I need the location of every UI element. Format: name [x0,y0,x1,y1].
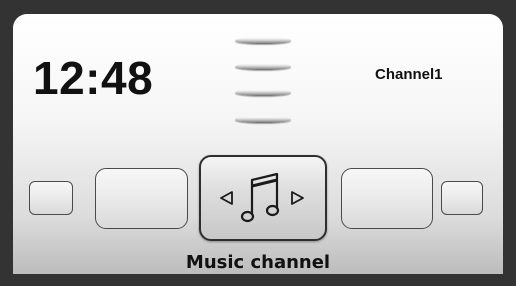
menu-handle-bar [235,63,291,70]
menu-handle-bar [235,116,291,123]
chevron-right-icon[interactable] [291,191,304,205]
carousel-card-left[interactable] [95,168,188,229]
menu-handle-bar [235,37,291,44]
menu-handle-bar [235,89,291,96]
chevron-left-icon[interactable] [220,191,233,205]
channel-name: Channel1 [375,66,443,83]
carousel-card-far-left[interactable] [29,181,73,215]
display-screen: 12:48 Channel1 Music channel [13,14,503,274]
device-frame: 12:48 Channel1 Music channel [0,0,516,286]
clock-time: 12:48 [33,52,154,104]
carousel-card-right[interactable] [341,168,433,229]
music-note-icon [240,172,280,223]
selected-mode-label: Music channel [185,252,331,273]
carousel-card-far-right[interactable] [441,181,483,215]
music-card-graphic [220,172,304,223]
carousel-card-music-selected[interactable] [199,155,327,241]
